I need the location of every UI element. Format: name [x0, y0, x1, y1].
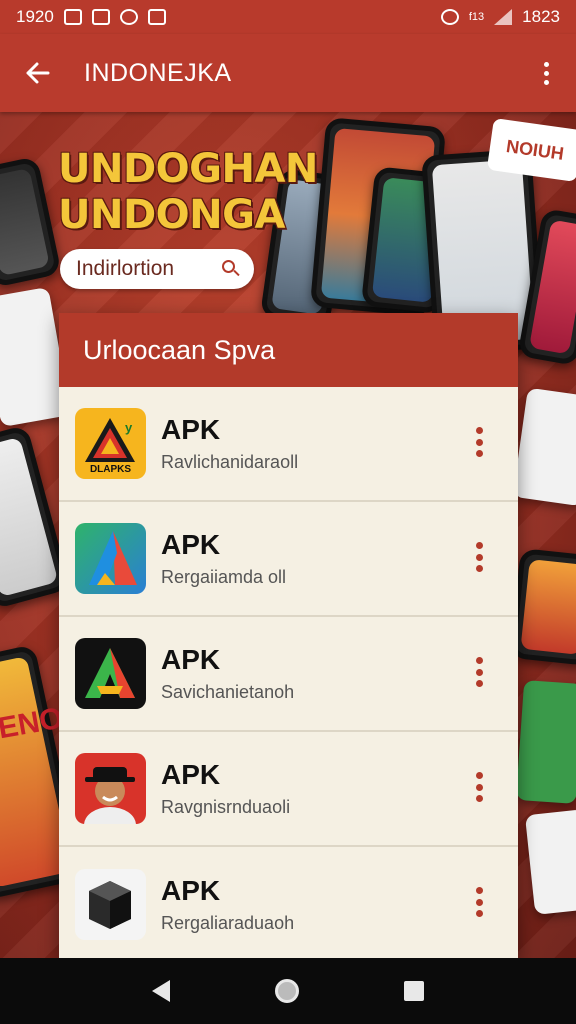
item-title: APK	[161, 414, 221, 445]
status-right: f13 1823	[440, 7, 560, 27]
nav-home-icon[interactable]	[274, 979, 299, 1003]
panel-header: Urloocaan Spva	[59, 313, 518, 387]
decorative-phone	[509, 548, 576, 666]
item-subtitle: Ravgnisrnduaoli	[161, 797, 291, 817]
item-subtitle: Rergaliaraduaoh	[161, 913, 295, 933]
status-time-right: 1823	[522, 7, 560, 26]
back-button[interactable]	[20, 56, 54, 90]
svg-text:y: y	[125, 420, 133, 435]
more-options-button[interactable]	[474, 427, 484, 457]
download-icon	[147, 9, 166, 25]
list-item[interactable]: APK Savichanietanoh	[59, 617, 518, 732]
more-vert-icon	[475, 542, 483, 549]
overflow-menu-button[interactable]	[536, 56, 556, 90]
decorative-card	[515, 680, 576, 804]
person-hat-avatar-icon	[75, 753, 146, 824]
app-bar: INDONEJKA	[0, 34, 576, 112]
status-bar: 1920 f13 1823	[0, 0, 576, 34]
headline-line-2: UNDONGA	[58, 192, 285, 238]
more-options-button[interactable]	[474, 887, 484, 917]
headline-line-1: UNDOGHAN	[58, 146, 318, 192]
more-options-button[interactable]	[474, 772, 484, 802]
more-options-button[interactable]	[474, 542, 484, 572]
item-title: APK	[161, 529, 221, 560]
signal-icon	[494, 9, 513, 25]
list-item[interactable]: APK Ravgnisrnduaoli	[59, 732, 518, 847]
notification-app-icon	[63, 9, 82, 25]
nav-recents-icon[interactable]	[403, 981, 424, 1001]
arrow-left-icon	[26, 62, 50, 84]
more-vert-icon	[475, 887, 483, 894]
list-item[interactable]: APK Rergaliaraduaoh	[59, 847, 518, 958]
clock-icon	[119, 9, 138, 25]
download-panel: Urloocaan Spva y DLAPKS APK Ravlichanida…	[59, 313, 518, 958]
item-subtitle: Rergaiiamda oll	[161, 567, 287, 587]
android-studio-style-icon	[75, 523, 146, 594]
hero-headline: UNDOGHAN UNDONGA	[58, 146, 318, 238]
more-vert-icon	[475, 772, 483, 779]
more-vert-icon	[475, 427, 483, 434]
search-label: Indirlortion	[76, 257, 175, 280]
item-title: APK	[161, 759, 221, 790]
status-time-left: 1920	[16, 7, 54, 26]
search-button[interactable]: Indirlortion	[60, 249, 254, 289]
list-item[interactable]: y DLAPKS APK Ravlichanidaraoll	[59, 387, 518, 502]
triangle-logo-yellow-icon: y DLAPKS	[75, 408, 146, 479]
more-options-button[interactable]	[474, 657, 484, 687]
page-title: INDONEJKA	[84, 58, 232, 87]
more-vert-icon	[475, 657, 483, 664]
black-cube-icon	[75, 869, 146, 940]
tv-icon	[91, 9, 110, 25]
more-vert-icon	[543, 61, 549, 67]
nav-back-icon[interactable]	[152, 980, 171, 1002]
search-icon	[222, 260, 240, 278]
item-subtitle: Savichanietanoh	[161, 682, 295, 702]
system-nav-bar	[0, 958, 576, 1024]
item-title: APK	[161, 875, 221, 906]
item-subtitle: Ravlichanidaraoll	[161, 452, 299, 472]
icon-caption: DLAPKS	[89, 464, 132, 475]
alarm-icon	[440, 9, 459, 25]
item-title: APK	[161, 644, 221, 675]
green-a-logo-icon	[75, 638, 146, 709]
status-left: 1920	[16, 7, 166, 27]
signal-label: f13	[468, 11, 485, 23]
list-item[interactable]: APK Rergaiiamda oll	[59, 502, 518, 617]
